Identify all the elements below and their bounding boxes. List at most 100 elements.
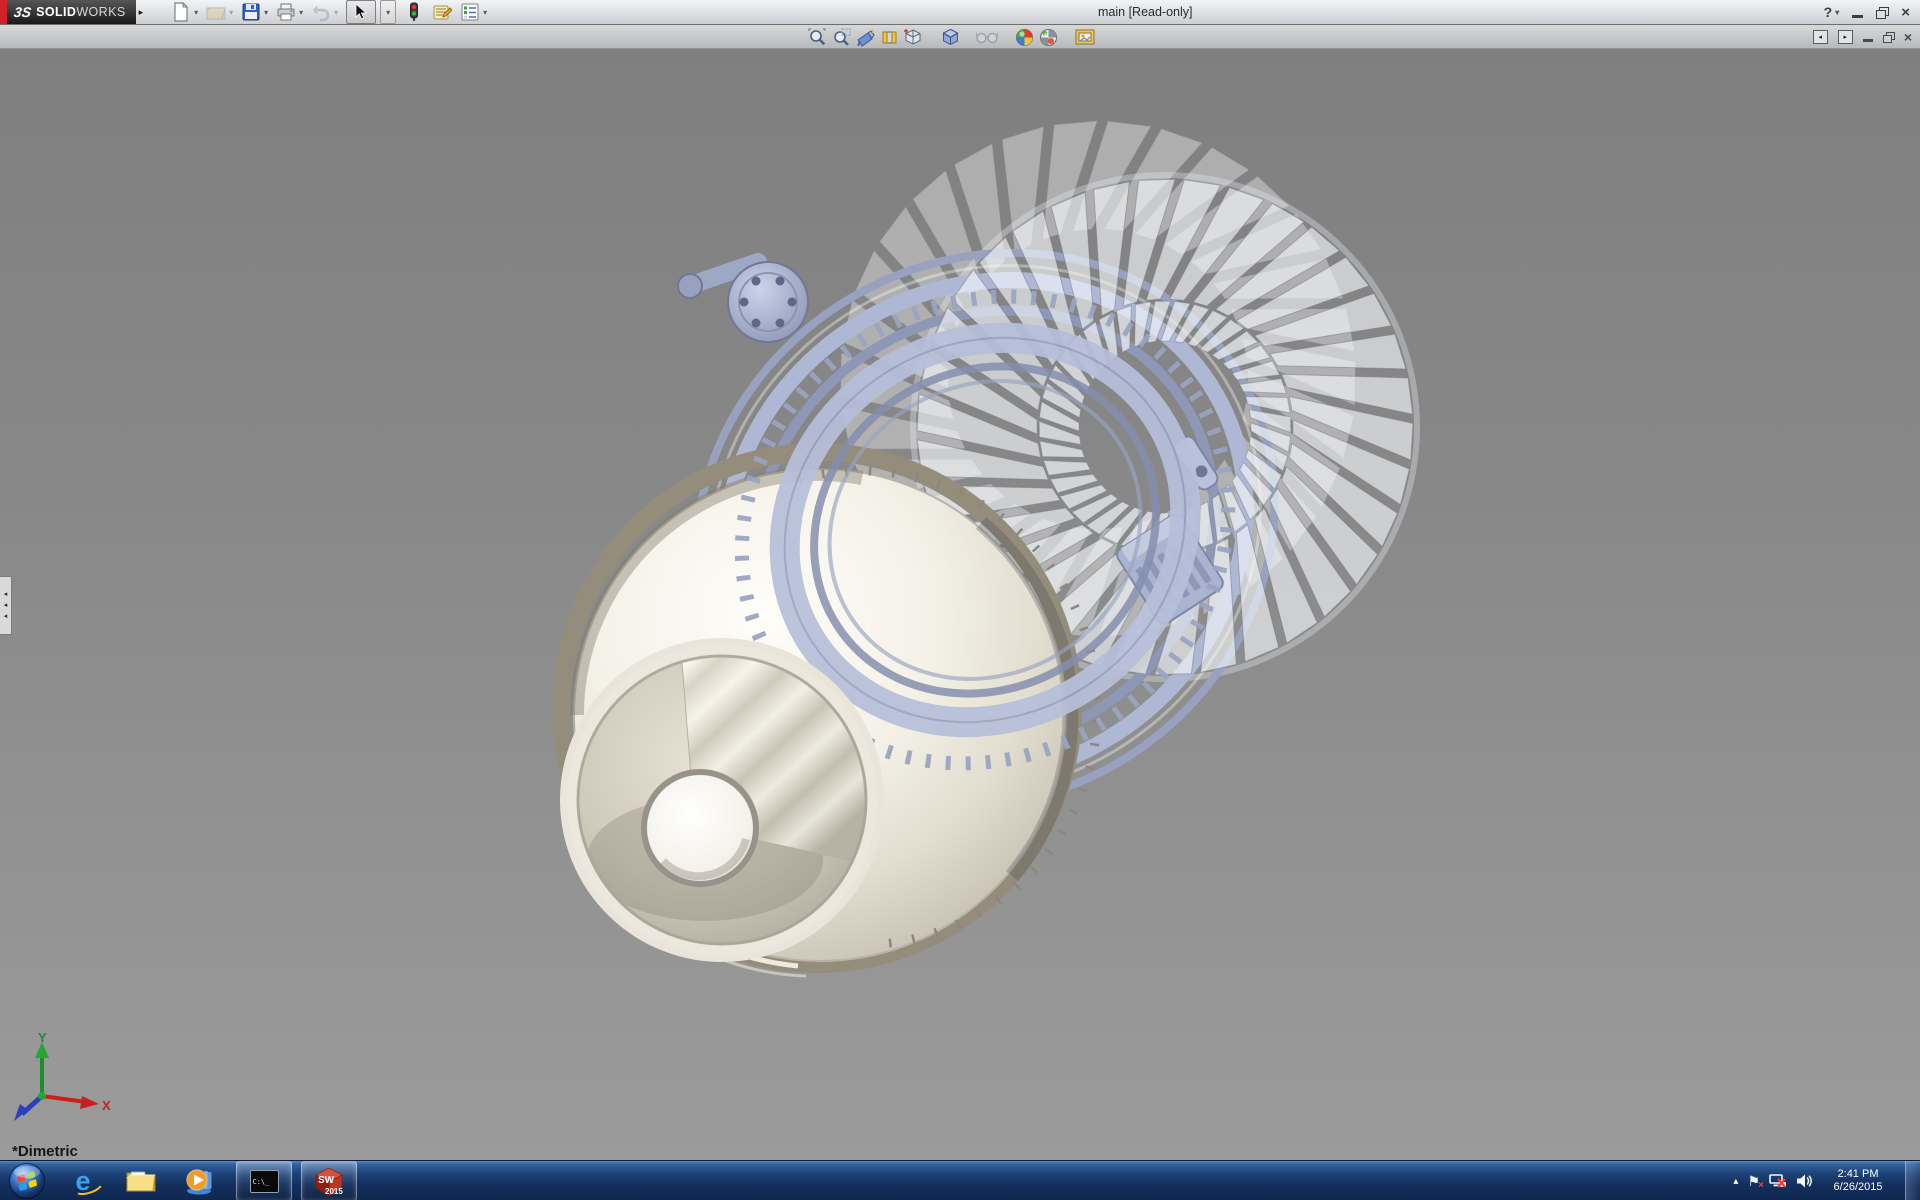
clock-time: 2:41 PM (1826, 1168, 1890, 1181)
menu-expand-arrow-icon[interactable]: ▸ (139, 7, 144, 18)
panel-left-icon: ◂ (1819, 33, 1823, 41)
triad-y-label: Y (38, 1030, 47, 1045)
select-tool-button[interactable]: ▾ (346, 0, 396, 24)
sw-year-label: 2015 (325, 1187, 343, 1196)
new-document-icon (171, 2, 191, 22)
jet-engine-model[interactable] (0, 49, 1920, 1160)
brand-works-text: WORKS (76, 5, 125, 19)
clock-date: 6/26/2015 (1826, 1181, 1890, 1194)
taskbar-windows-explorer[interactable] (118, 1161, 164, 1200)
close-button[interactable]: × (1901, 5, 1910, 20)
action-center-flag-icon[interactable]: ⚑ × (1747, 1174, 1760, 1188)
display-style-cube-icon (941, 28, 960, 47)
save-floppy-icon (241, 2, 261, 22)
show-hidden-icons-button[interactable]: ▴ (1733, 1176, 1738, 1187)
document-window-controls: ◂ ▸ × (1813, 27, 1912, 47)
print-button[interactable]: ▾ (276, 2, 303, 22)
solidworks-2015-icon: SW 2015 (314, 1166, 344, 1197)
options-list-icon (460, 2, 480, 22)
panel-right-icon: ▸ (1844, 33, 1848, 41)
triad-x-label: X (102, 1098, 111, 1113)
expand-panel-right-button[interactable]: ▸ (1838, 30, 1853, 44)
zoom-to-fit-button[interactable] (805, 26, 829, 48)
dropdown-icon[interactable]: ▾ (334, 8, 338, 17)
command-prompt-icon: C:\_ (250, 1170, 279, 1193)
undo-button[interactable]: ▾ (311, 2, 338, 22)
taskbar-internet-explorer[interactable]: e (60, 1161, 106, 1200)
graphics-viewport[interactable]: ◂ ◂ ◂ Y X *Dimetric (0, 49, 1920, 1160)
brand-solid-text: SOLID (36, 5, 76, 19)
alert-cross-badge: × (1758, 1181, 1764, 1191)
start-button[interactable] (8, 1162, 46, 1200)
bolt-plate-bracket (678, 262, 808, 342)
view-orientation-cube-icon (903, 28, 923, 47)
view-orientation-button[interactable] (901, 26, 925, 48)
previous-view-button[interactable] (853, 26, 877, 48)
collapse-panel-left-button[interactable]: ◂ (1813, 30, 1828, 44)
solidworks-application-window: 3S SOLIDWORKS ▸ ▾ ▾ ▾ ▾ (0, 0, 1920, 1200)
panel-left-icon: ◂ (4, 592, 8, 598)
system-tray: ▴ ⚑ × 2:41 PM 6/2 (1733, 1161, 1920, 1200)
minimize-button[interactable] (1852, 7, 1863, 18)
media-player-icon (184, 1167, 214, 1195)
brand-red-stripe (0, 0, 7, 24)
section-view-button[interactable] (877, 26, 901, 48)
document-close-button[interactable]: × (1904, 30, 1912, 44)
sw-label: SW (318, 1175, 335, 1186)
save-button[interactable]: ▾ (241, 2, 268, 22)
taskbar-solidworks-active[interactable]: SW 2015 (301, 1161, 357, 1200)
eyeglasses-icon (976, 30, 998, 44)
previous-view-telescope-icon (855, 28, 875, 47)
document-minimize-button[interactable] (1863, 32, 1873, 42)
open-folder-icon (206, 2, 226, 22)
zoom-to-fit-icon (808, 28, 827, 47)
cmd-prompt-text: C:\_ (251, 1177, 272, 1187)
dropdown-icon: ▾ (386, 8, 390, 17)
view-orientation-label: *Dimetric (12, 1143, 78, 1160)
apply-scene-button[interactable] (1036, 26, 1060, 48)
zoom-to-area-button[interactable] (829, 26, 853, 48)
hide-show-items-button[interactable] (975, 26, 999, 48)
section-view-icon (880, 28, 899, 47)
dropdown-icon[interactable]: ▾ (483, 8, 487, 17)
solidworks-logo: 3S SOLIDWORKS (7, 0, 136, 24)
taskbar-command-prompt-active[interactable]: C:\_ (236, 1161, 292, 1200)
printer-icon (276, 2, 296, 22)
select-tool-dropdown[interactable]: ▾ (380, 0, 396, 24)
feature-manager-collapsed-tab[interactable]: ◂ ◂ ◂ (0, 576, 12, 635)
dropdown-icon[interactable]: ▾ (264, 8, 268, 17)
restore-button[interactable] (1876, 7, 1888, 18)
standard-toolbar: ▾ ▾ ▾ ▾ ▾ ▾ (171, 0, 487, 24)
comment-button[interactable] (432, 2, 452, 22)
display-style-button[interactable] (938, 26, 962, 48)
dropdown-icon[interactable]: ▾ (194, 8, 198, 17)
coordinate-triad: Y X (6, 1030, 116, 1122)
view-settings-button[interactable] (1073, 26, 1097, 48)
taskbar-media-player[interactable] (176, 1161, 222, 1200)
cone-tip (644, 772, 756, 884)
dropdown-icon[interactable]: ▾ (299, 8, 303, 17)
dropdown-icon[interactable]: ▾ (229, 8, 233, 17)
internet-explorer-icon: e (75, 1168, 90, 1195)
show-desktop-button[interactable] (1905, 1161, 1920, 1200)
taskbar-clock[interactable]: 2:41 PM 6/26/2015 (1826, 1168, 1890, 1194)
note-edit-icon (432, 2, 452, 22)
help-button[interactable]: ? ▾ (1824, 4, 1840, 20)
document-restore-button[interactable] (1883, 32, 1894, 42)
dropdown-icon: ▾ (1835, 8, 1839, 17)
volume-icon[interactable] (1796, 1173, 1813, 1189)
select-tool-pressed-box[interactable] (346, 0, 376, 24)
heads-up-toolbar (805, 26, 1097, 48)
window-controls: ? ▾ × (1824, 0, 1910, 24)
panel-left-icon: ◂ (4, 603, 8, 609)
edit-appearance-button[interactable] (1012, 26, 1036, 48)
open-document-button[interactable]: ▾ (206, 2, 233, 22)
network-status-icon[interactable] (1769, 1173, 1787, 1189)
view-settings-frame-icon (1075, 28, 1095, 46)
options-button[interactable]: ▾ (460, 2, 487, 22)
dassault-3ds-icon: 3S (13, 4, 32, 20)
view-lights-button[interactable] (404, 2, 424, 22)
panel-left-icon: ◂ (4, 614, 8, 620)
zoom-to-area-icon (832, 28, 851, 47)
new-document-button[interactable]: ▾ (171, 2, 198, 22)
